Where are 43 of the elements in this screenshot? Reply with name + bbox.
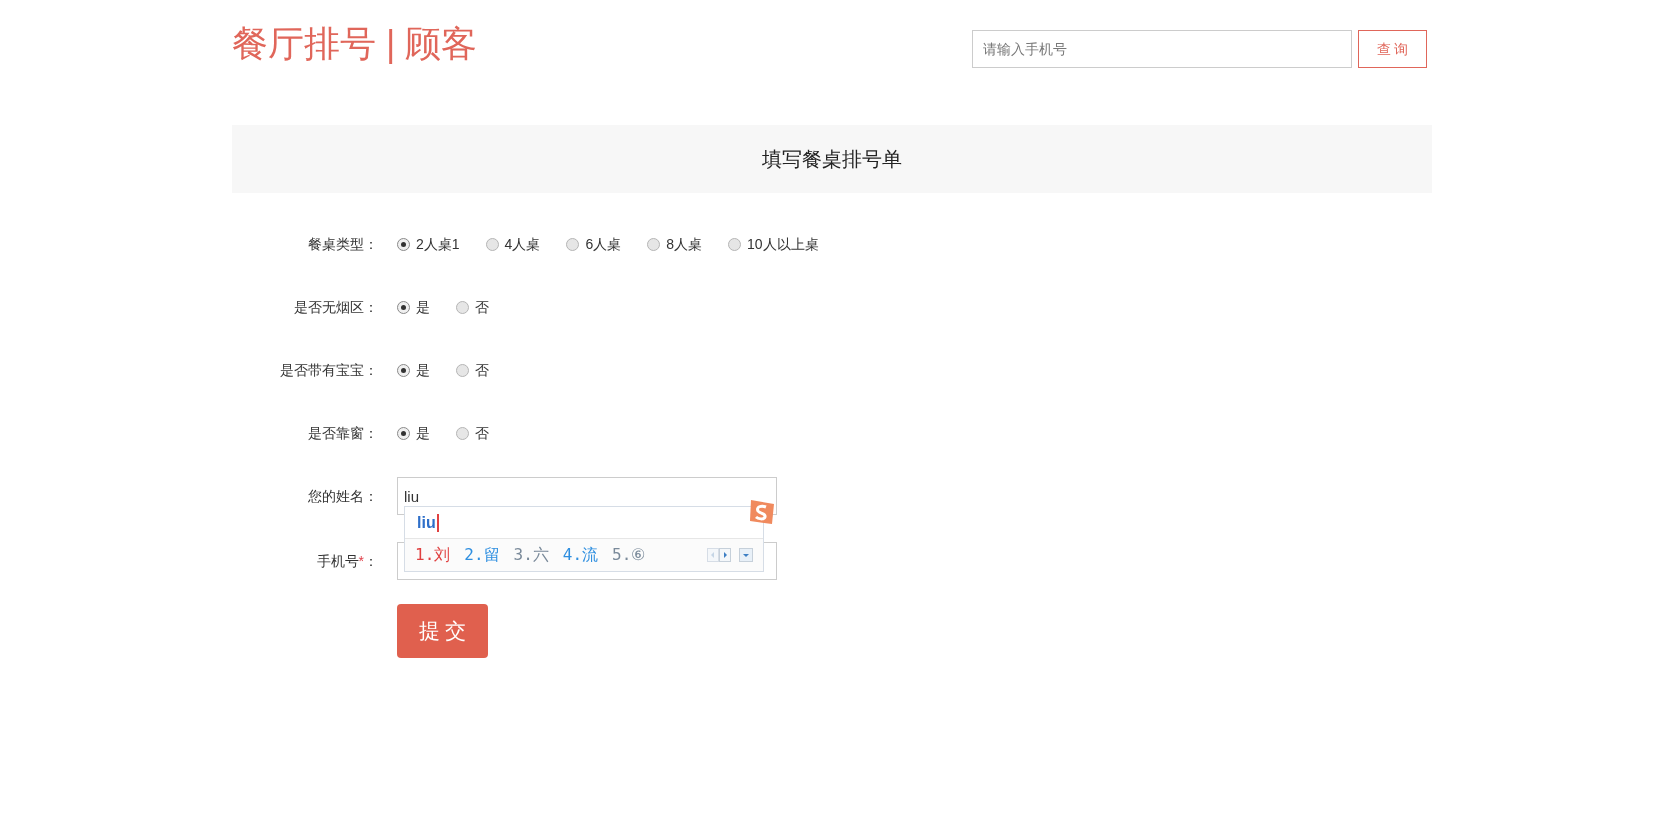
radio-button[interactable] xyxy=(456,426,469,440)
radio-label: 是 xyxy=(416,360,430,380)
radio-label: 是 xyxy=(416,423,430,443)
page-title: 餐厅排号 | 顾客 xyxy=(232,22,478,66)
phone-search-field[interactable]: 请输入手机号 xyxy=(972,30,1352,68)
radio-button[interactable] xyxy=(727,237,741,251)
ime-candidate[interactable]: 5.⑥ xyxy=(612,543,646,567)
radio-label: 8人桌 xyxy=(666,234,702,254)
radio-button[interactable] xyxy=(647,237,661,251)
radio-label: 是 xyxy=(416,297,430,317)
radio-button[interactable] xyxy=(397,300,410,314)
radio-button[interactable] xyxy=(485,237,499,251)
ime-candidate[interactable]: 2.留 xyxy=(464,543,500,567)
radio-button[interactable] xyxy=(566,237,580,251)
dropdown-icon[interactable] xyxy=(739,548,753,562)
radio-button[interactable] xyxy=(456,300,469,314)
radio-button[interactable] xyxy=(397,363,410,377)
ime-composition: liu xyxy=(417,513,439,532)
radio-label: 10人以上桌 xyxy=(746,234,819,254)
radio-label: 否 xyxy=(475,423,489,443)
ime-candidate[interactable]: 3.六 xyxy=(513,543,549,567)
page-right-icon[interactable] xyxy=(719,548,731,562)
radio-label: 否 xyxy=(475,360,489,380)
radio-button[interactable] xyxy=(456,363,469,377)
submit-button[interactable]: 提 交 xyxy=(397,604,488,658)
label-colon: ： xyxy=(364,551,378,571)
field-label: 餐桌类型： xyxy=(307,234,379,254)
radio-label: 否 xyxy=(475,297,489,317)
ime-candidate[interactable]: 4.流 xyxy=(562,543,599,567)
ime-candidate[interactable]: 1.刘 xyxy=(415,543,451,567)
search-button[interactable]: 查 询 xyxy=(1358,30,1427,68)
radio-button[interactable] xyxy=(397,237,410,251)
radio-label: 6人桌 xyxy=(585,234,622,254)
required-mark: * xyxy=(358,551,364,571)
field-label: 您的姓名： xyxy=(307,486,379,506)
field-label: 是否靠窗： xyxy=(307,423,379,443)
field-label: 是否带有宝宝： xyxy=(279,360,379,380)
radio-button[interactable] xyxy=(397,426,410,440)
field-label: 手机号 xyxy=(316,551,359,571)
radio-label: 2人桌1 xyxy=(416,234,460,254)
radio-label: 4人桌 xyxy=(504,234,541,254)
panel-title: 填写餐桌排号单 xyxy=(762,147,902,172)
field-label: 是否无烟区： xyxy=(293,297,379,317)
